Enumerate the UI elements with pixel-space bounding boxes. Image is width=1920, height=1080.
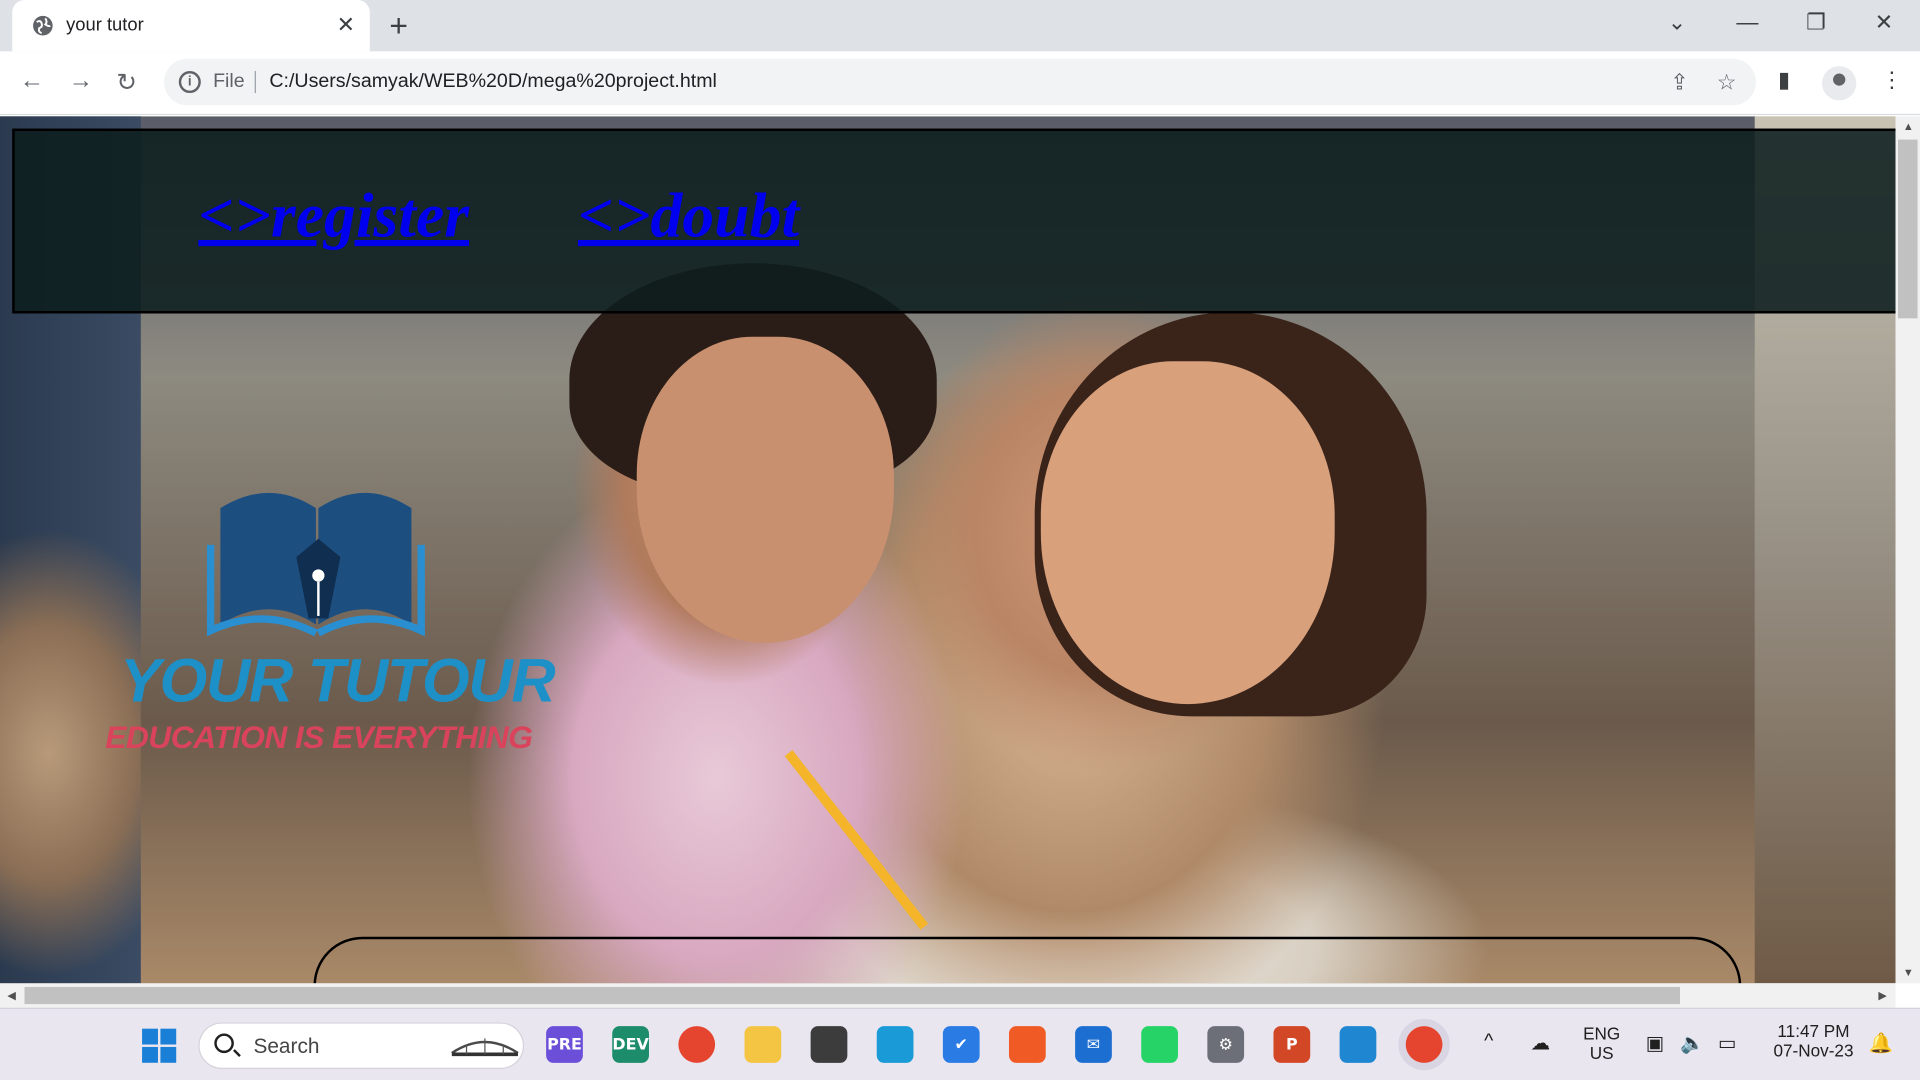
- page-viewport: <>register <>doubt YOUR TUTOUR EDUCATION…: [0, 116, 1896, 984]
- book-pen-logo-icon: [206, 492, 425, 637]
- notification-bell-icon[interactable]: 🔔: [1869, 1031, 1893, 1055]
- close-window-button[interactable]: ✕: [1875, 10, 1893, 36]
- forward-arrow-icon[interactable]: →: [69, 67, 93, 95]
- scroll-left-arrow-icon[interactable]: ◀: [7, 989, 15, 1002]
- taskbar-vscode-icon[interactable]: [1339, 1026, 1377, 1063]
- minimize-button[interactable]: —: [1736, 10, 1758, 36]
- tab-close-icon[interactable]: ✕: [337, 12, 355, 38]
- battery-icon[interactable]: ▭: [1718, 1031, 1737, 1055]
- back-arrow-icon[interactable]: ←: [20, 67, 44, 95]
- logo-tagline: EDUCATION IS EVERYTHING: [105, 718, 533, 756]
- doubt-link[interactable]: <>doubt: [578, 180, 799, 252]
- register-link[interactable]: <>register: [198, 180, 469, 252]
- bridge-illustration-icon: [451, 1038, 519, 1057]
- scroll-down-arrow-icon[interactable]: ▼: [1903, 966, 1914, 978]
- share-icon[interactable]: ⇪: [1670, 70, 1688, 96]
- taskbar-todo-icon[interactable]: ✔: [942, 1026, 980, 1063]
- rounded-content-box: [313, 936, 1742, 984]
- clock-time: 11:47 PM: [1777, 1021, 1850, 1041]
- taskbar-whatsapp-green-icon[interactable]: [1141, 1026, 1178, 1063]
- globe-icon: [33, 15, 53, 36]
- taskbar-edge-dev-icon[interactable]: DEV: [612, 1026, 649, 1063]
- profile-avatar[interactable]: [1822, 66, 1857, 101]
- taskbar-file-explorer-icon[interactable]: [744, 1026, 782, 1063]
- network-icon[interactable]: ▣: [1646, 1031, 1665, 1055]
- windows-taskbar: Search PRE DEV ✔ ✉ ⚙ P ^ ☁ ENG US ▣ 🔈 ▭ 11:47…: [0, 1007, 1920, 1080]
- tab-search-icon[interactable]: ⌄: [1668, 10, 1686, 36]
- screen: your tutor ✕ + ⌄ — ❐ ✕ ← → ↻ i File C:/U…: [0, 0, 1920, 1080]
- restore-button[interactable]: ❐: [1806, 10, 1826, 36]
- url-text[interactable]: C:/Users/samyak/WEB%20D/mega%20project.h…: [269, 71, 716, 93]
- horizontal-scroll-thumb[interactable]: [24, 986, 1681, 1005]
- address-scheme-label: File: [213, 71, 245, 92]
- site-navbar: <>register <>doubt: [12, 128, 1896, 314]
- taskbar-search-input[interactable]: Search: [198, 1022, 525, 1069]
- scroll-right-arrow-icon[interactable]: ▶: [1878, 989, 1886, 1002]
- side-panel-icon[interactable]: ▮: [1778, 67, 1790, 93]
- logo-title: YOUR TUTOUR: [120, 646, 556, 716]
- language-line2: US: [1589, 1043, 1614, 1063]
- address-separator: [254, 71, 256, 94]
- menu-dots-icon[interactable]: ⋮: [1881, 67, 1903, 93]
- taskbar-whatsapp-icon[interactable]: [810, 1026, 848, 1063]
- tray-overflow-chevron-icon[interactable]: ^: [1484, 1031, 1493, 1053]
- taskbar-settings-icon[interactable]: ⚙: [1207, 1026, 1245, 1063]
- taskbar-edge-icon[interactable]: [876, 1026, 914, 1063]
- windows-start-icon[interactable]: [142, 1028, 177, 1063]
- taskbar-chrome-icon[interactable]: [678, 1026, 716, 1063]
- browser-tab[interactable]: your tutor ✕: [12, 0, 370, 52]
- search-icon: [214, 1033, 234, 1054]
- browser-toolbar: ← → ↻ i File C:/Users/samyak/WEB%20D/meg…: [0, 51, 1920, 116]
- language-indicator[interactable]: ENG US: [1577, 1024, 1626, 1063]
- info-icon[interactable]: i: [178, 71, 201, 94]
- search-placeholder: Search: [253, 1034, 320, 1058]
- taskbar-chrome-active-icon[interactable]: [1405, 1026, 1443, 1063]
- photo-pencil: [784, 750, 929, 930]
- onedrive-icon[interactable]: ☁: [1531, 1031, 1551, 1055]
- vertical-scroll-thumb[interactable]: [1897, 139, 1918, 319]
- clock-date: 07-Nov-23: [1773, 1040, 1854, 1061]
- language-line1: ENG: [1583, 1023, 1621, 1044]
- address-bar[interactable]: i File C:/Users/samyak/WEB%20D/mega%20pr…: [164, 58, 1756, 106]
- taskbar-mail-icon[interactable]: ✉: [1075, 1026, 1112, 1063]
- tab-strip: your tutor ✕ + ⌄ — ❐ ✕: [0, 0, 1920, 52]
- photo-student-face: [636, 336, 894, 643]
- photo-teacher-face: [1040, 361, 1335, 705]
- new-tab-button[interactable]: +: [389, 7, 408, 45]
- bookmark-star-icon[interactable]: ☆: [1717, 70, 1737, 96]
- reload-icon[interactable]: ↻: [116, 67, 137, 98]
- taskbar-copilot-preview-icon[interactable]: PRE: [546, 1026, 583, 1063]
- taskbar-powerpoint-icon[interactable]: P: [1273, 1026, 1311, 1063]
- taskbar-brave-icon[interactable]: [1008, 1026, 1046, 1063]
- scroll-up-arrow-icon[interactable]: ▲: [1903, 120, 1914, 132]
- clock[interactable]: 11:47 PM 07-Nov-23: [1758, 1021, 1868, 1060]
- volume-icon[interactable]: 🔈: [1680, 1031, 1704, 1055]
- tab-title: your tutor: [66, 14, 144, 36]
